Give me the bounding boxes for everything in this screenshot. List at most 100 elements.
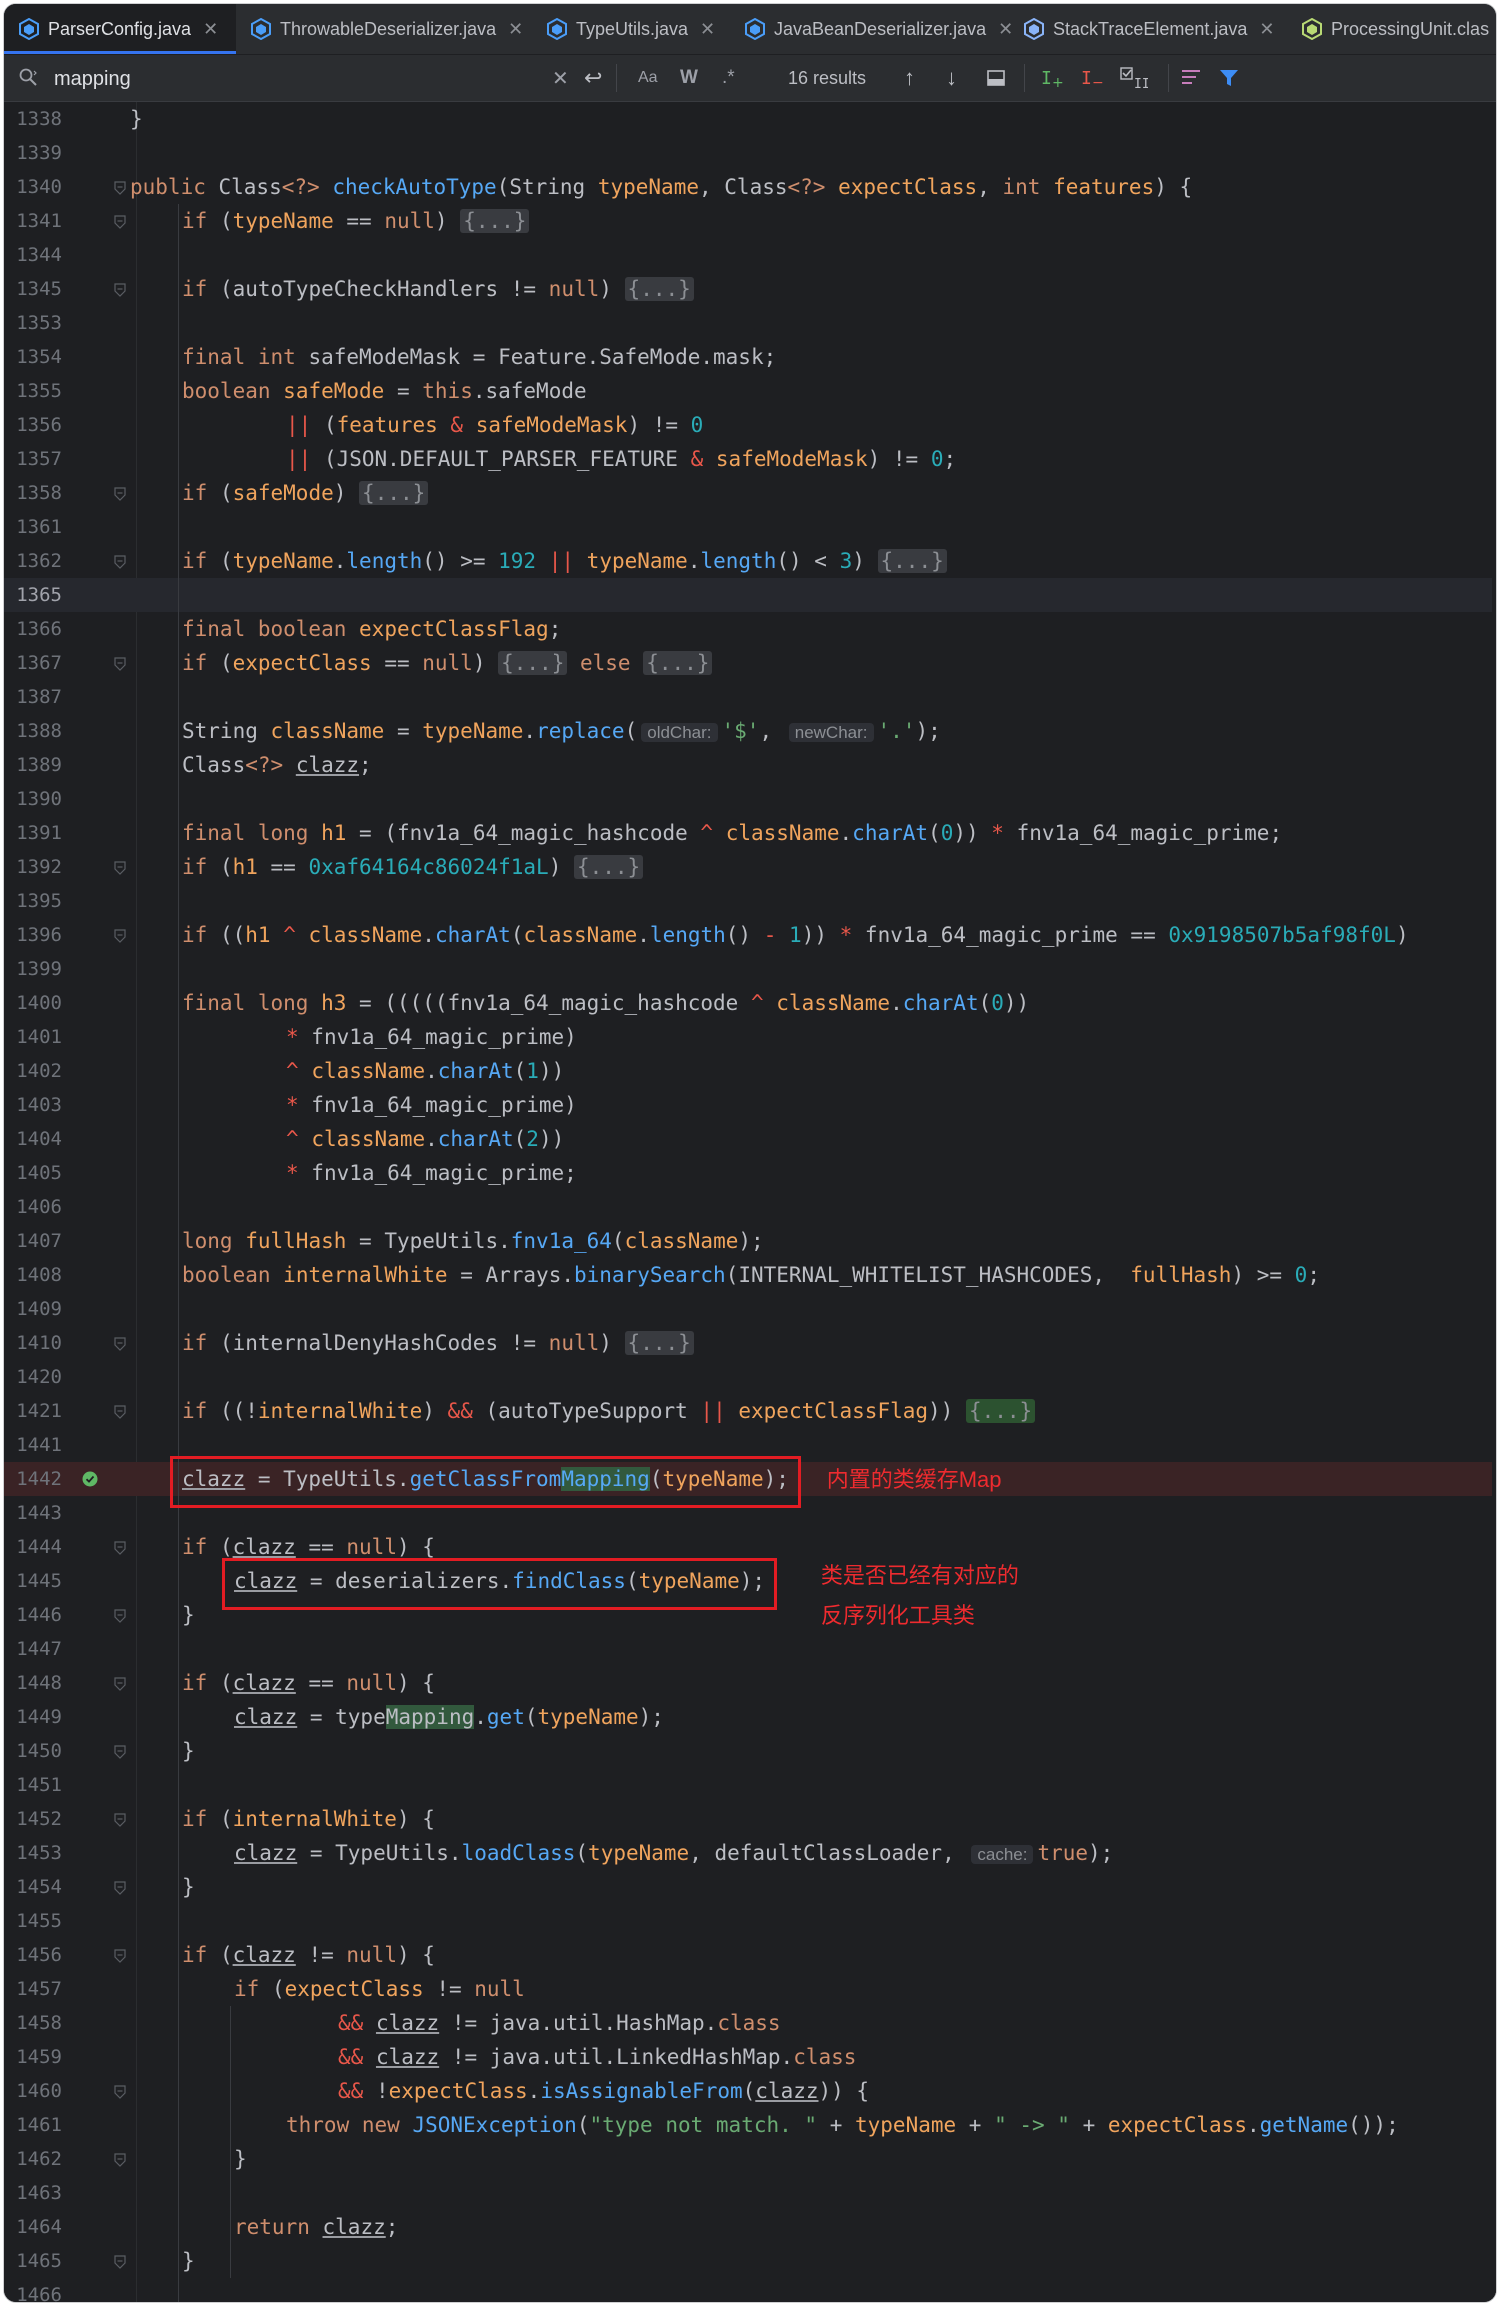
code-line[interactable]: 1391 final long h1 = (fnv1a_64_magic_hash… [4, 816, 1496, 850]
code-line[interactable]: 1466 [4, 2278, 1496, 2302]
code-line[interactable]: 1459 && clazz != java.util.LinkedHashMap.… [4, 2040, 1496, 2074]
add-occurrence-icon[interactable]: I + [1040, 55, 1066, 101]
code-line[interactable]: 1404 ^ className.charAt(2)) [4, 1122, 1496, 1156]
code-line[interactable]: 1454} [4, 1870, 1496, 1904]
code-line[interactable]: 1390 [4, 782, 1496, 816]
code-editor[interactable]: 1338} 1339 1340 public Class<?> checkAutoTy… [4, 102, 1496, 2302]
breakpoint-check-icon[interactable] [82, 1471, 98, 1487]
code-line[interactable]: 1395 [4, 884, 1496, 918]
code-line[interactable]: 1455 [4, 1904, 1496, 1938]
code-line[interactable]: 1341 if (typeName == null) {...} [4, 204, 1496, 238]
fold-marker-icon[interactable] [114, 2152, 126, 2167]
fold-marker-icon[interactable] [114, 2084, 126, 2099]
fold-marker-icon[interactable] [114, 1948, 126, 1963]
code-line[interactable]: 1403 * fnv1a_64_magic_prime) [4, 1088, 1496, 1122]
words-toggle[interactable]: W [680, 55, 698, 101]
fold-marker-icon[interactable] [114, 554, 126, 569]
new-line-icon[interactable]: ↩ [584, 55, 602, 101]
code-line[interactable]: 1456 if (clazz != null) { [4, 1938, 1496, 1972]
code-line[interactable]: 1447 [4, 1632, 1496, 1666]
code-line[interactable]: 1392 if (h1 == 0xaf64164c86024f1aL) {...} [4, 850, 1496, 884]
tab-javabeandeserializer-java[interactable]: JavaBeanDeserializer.java ✕ [730, 4, 1013, 54]
code-line[interactable]: 1460 && !expectClass.isAssignableFrom(cla… [4, 2074, 1496, 2108]
code-line[interactable]: 1340 public Class<?> checkAutoType(String… [4, 170, 1496, 204]
fold-marker-icon[interactable] [114, 2254, 126, 2269]
code-line[interactable]: 1449 clazz = typeMapping.get(typeName); [4, 1700, 1496, 1734]
code-line[interactable]: 1407 long fullHash = TypeUtils.fnv1a_64(c… [4, 1224, 1496, 1258]
code-line[interactable]: 1389 Class<?> clazz; [4, 748, 1496, 782]
fold-marker-icon[interactable] [114, 1676, 126, 1691]
code-line[interactable]: 1388 String className = typeName.replace(… [4, 714, 1496, 748]
code-line[interactable]: 1387 [4, 680, 1496, 714]
code-line[interactable]: 1358 if (safeMode) {...} [4, 476, 1496, 510]
code-line[interactable]: 1452 if (internalWhite) { [4, 1802, 1496, 1836]
code-line[interactable]: 1366 final boolean expectClassFlag; [4, 612, 1496, 646]
code-line[interactable]: 1339 [4, 136, 1496, 170]
code-line[interactable]: 1462} [4, 2142, 1496, 2176]
previous-occurrence-icon[interactable]: ↑ [904, 55, 915, 101]
code-line[interactable]: 1458 && clazz != java.util.HashMap.class [4, 2006, 1496, 2040]
code-line[interactable]: 1410 if (internalDenyHashCodes != null) {… [4, 1326, 1496, 1360]
fold-marker-icon[interactable] [114, 180, 126, 195]
code-line[interactable]: 1399 [4, 952, 1496, 986]
select-all-occurrences-icon[interactable]: II [1120, 55, 1148, 101]
vertical-scrollbar[interactable] [1492, 102, 1496, 2302]
fold-marker-icon[interactable] [114, 1404, 126, 1419]
code-line[interactable]: 1420 [4, 1360, 1496, 1394]
code-line[interactable]: 1451 [4, 1768, 1496, 1802]
open-in-window-icon[interactable] [986, 55, 1006, 101]
filter-icon[interactable] [1218, 55, 1240, 101]
close-tab-icon[interactable]: ✕ [203, 19, 218, 40]
code-line[interactable]: 1356 || (features & safeModeMask) != 0 [4, 408, 1496, 442]
code-line[interactable]: 1353 [4, 306, 1496, 340]
close-tab-icon[interactable]: ✕ [1259, 19, 1274, 40]
code-line[interactable]: 1367 if (expectClass == null) {...} else … [4, 646, 1496, 680]
code-line[interactable]: 1365 [4, 578, 1496, 612]
code-line[interactable]: 1406 [4, 1190, 1496, 1224]
close-tab-icon[interactable]: ✕ [508, 19, 523, 40]
code-line[interactable]: 1338} [4, 102, 1496, 136]
code-line[interactable]: 1461 throw new JSONException("type not ma… [4, 2108, 1496, 2142]
tab-typeutils-java[interactable]: TypeUtils.java ✕ [532, 4, 730, 54]
close-tab-icon[interactable]: ✕ [700, 19, 715, 40]
tab-throwabledeserializer-java[interactable]: ThrowableDeserializer.java ✕ [236, 4, 532, 54]
next-occurrence-icon[interactable]: ↓ [946, 55, 957, 101]
code-line[interactable]: 1409 [4, 1292, 1496, 1326]
fold-marker-icon[interactable] [114, 486, 126, 501]
fold-marker-icon[interactable] [114, 1608, 126, 1623]
code-line[interactable]: 1453 clazz = TypeUtils.loadClass(typeName… [4, 1836, 1496, 1870]
tab-parserconfig-java[interactable]: ParserConfig.java ✕ [4, 4, 236, 54]
regex-toggle[interactable]: .* [722, 55, 735, 101]
code-line[interactable]: 1344 [4, 238, 1496, 272]
code-line[interactable]: 1405 * fnv1a_64_magic_prime; [4, 1156, 1496, 1190]
code-line[interactable]: 1464 return clazz; [4, 2210, 1496, 2244]
fold-marker-icon[interactable] [114, 928, 126, 943]
fold-marker-icon[interactable] [114, 1336, 126, 1351]
code-line[interactable]: 1408 boolean internalWhite = Arrays.binar… [4, 1258, 1496, 1292]
fold-marker-icon[interactable] [114, 1880, 126, 1895]
search-input[interactable] [52, 63, 496, 95]
code-line[interactable]: 1448 if (clazz == null) { [4, 1666, 1496, 1700]
fold-marker-icon[interactable] [114, 282, 126, 297]
code-line[interactable]: 1400 final long h3 = (((((fnv1a_64_magic_… [4, 986, 1496, 1020]
fold-marker-icon[interactable] [114, 1744, 126, 1759]
code-line[interactable]: 1357 || (JSON.DEFAULT_PARSER_FEATURE & sa… [4, 442, 1496, 476]
fold-marker-icon[interactable] [114, 1540, 126, 1555]
code-line[interactable]: 1421 if ((!internalWhite) && (autoTypeSup… [4, 1394, 1496, 1428]
fold-marker-icon[interactable] [114, 214, 126, 229]
clear-search-icon[interactable]: ✕ [552, 55, 569, 101]
tab-processingunit-clas[interactable]: ProcessingUnit.clas [1287, 4, 1496, 54]
code-line[interactable]: 1345 if (autoTypeCheckHandlers != null) {… [4, 272, 1496, 306]
fold-marker-icon[interactable] [114, 1812, 126, 1827]
code-line[interactable]: 1457 if (expectClass != null [4, 1972, 1496, 2006]
code-line[interactable]: 1361 [4, 510, 1496, 544]
remove-occurrence-icon[interactable]: I − [1080, 55, 1106, 101]
code-line[interactable]: 1362 if (typeName.length() >= 192 || type… [4, 544, 1496, 578]
code-line[interactable]: 1463 [4, 2176, 1496, 2210]
code-line[interactable]: 1401 * fnv1a_64_magic_prime) [4, 1020, 1496, 1054]
code-line[interactable]: 1396 if ((h1 ^ className.charAt(className… [4, 918, 1496, 952]
tab-stacktraceelement-java[interactable]: StackTraceElement.java ✕ [1009, 4, 1287, 54]
match-case-toggle[interactable]: Aa [638, 55, 658, 101]
code-line[interactable]: 1450} [4, 1734, 1496, 1768]
code-line[interactable]: 1355 boolean safeMode = this.safeMode [4, 374, 1496, 408]
